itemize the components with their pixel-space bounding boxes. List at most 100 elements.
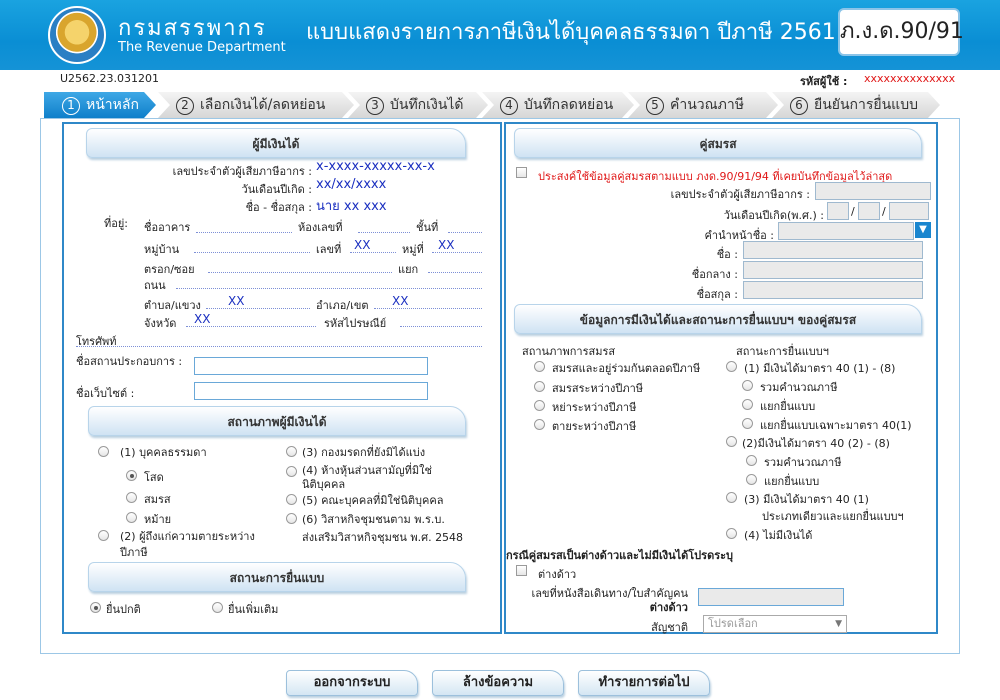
passport-label-2: ต่างด้าว <box>649 601 688 614</box>
status-single-radio[interactable] <box>126 470 137 481</box>
status-community-radio[interactable] <box>286 513 297 524</box>
district-field[interactable] <box>374 308 482 309</box>
marital-deceased-radio[interactable] <box>534 419 545 430</box>
spouse-first-name-input[interactable] <box>743 241 923 259</box>
status-widowed-label: หม้าย <box>144 513 172 526</box>
spouse-filing-1-radio[interactable] <box>726 361 737 372</box>
website-input[interactable] <box>194 382 428 400</box>
step-6-confirm-filing[interactable]: 6 ยืนยันการยื่นแบบ <box>772 92 940 118</box>
step-5-calculate-tax[interactable]: 5 คำนวณภาษี <box>628 92 778 118</box>
spouse-middle-name-input[interactable] <box>743 261 923 279</box>
marital-during-year-radio[interactable] <box>534 381 545 392</box>
building-field[interactable] <box>196 232 292 233</box>
filing-normal-radio[interactable] <box>90 602 101 613</box>
marital-divorced-radio[interactable] <box>534 400 545 411</box>
page-title: แบบแสดงรายการภาษีเงินได้บุคคลธรรมดา ปีภา… <box>306 20 836 45</box>
use-previous-spouse-checkbox[interactable] <box>516 167 527 178</box>
status-community-label-1: (6) วิสาหกิจชุมชนตาม พ.ร.บ. <box>302 513 445 526</box>
chevron-down-icon[interactable]: ▼ <box>915 222 931 238</box>
spouse-prefix-select[interactable] <box>778 222 914 240</box>
status-group-radio[interactable] <box>286 494 297 505</box>
marital-full-year-radio[interactable] <box>534 361 545 372</box>
spouse-filing-1c-label: แยกยื่นแบบเฉพาะมาตรา 40(1) <box>760 419 912 432</box>
subdistrict-field[interactable] <box>206 308 310 309</box>
spouse-filing-heading: สถานะการยื่นแบบฯ <box>736 345 829 358</box>
subdistrict-label: ตำบล/แขวง <box>144 299 201 312</box>
business-name-input[interactable] <box>194 357 428 375</box>
filing-additional-radio[interactable] <box>212 602 223 613</box>
status-partnership-radio[interactable] <box>286 466 297 477</box>
spouse-filing-4-radio[interactable] <box>726 528 737 539</box>
floor-field[interactable] <box>448 232 482 233</box>
spouse-filing-1a-radio[interactable] <box>742 380 753 391</box>
room-field[interactable] <box>358 232 410 233</box>
next-button[interactable]: ทำรายการต่อไป <box>578 670 710 696</box>
spouse-filing-2-radio[interactable] <box>726 436 737 447</box>
header-bar: กรมสรรพากร The Revenue Department แบบแสด… <box>0 0 1000 70</box>
postcode-label: รหัสไปรษณีย์ <box>324 317 387 330</box>
form-code-badge: ภ.ง.ด.90/91 <box>838 8 964 56</box>
spouse-filing-1b-radio[interactable] <box>742 399 753 410</box>
status-married-radio[interactable] <box>126 492 137 503</box>
chevron-down-icon: ▼ <box>835 619 842 629</box>
spouse-dob-month-input[interactable] <box>858 202 880 220</box>
status-individual-radio[interactable] <box>98 446 109 457</box>
spouse-filing-1c-radio[interactable] <box>742 418 753 429</box>
passport-input[interactable] <box>698 588 844 606</box>
status-deceased-radio[interactable] <box>98 530 109 541</box>
spouse-last-name-label: ชื่อสกุล : <box>696 288 738 301</box>
yaek-field[interactable] <box>428 272 482 273</box>
step-1-main[interactable]: 1 หน้าหลัก <box>44 92 156 118</box>
house-no-field[interactable] <box>350 252 396 253</box>
step-1-label: หน้าหลัก <box>86 97 139 113</box>
spouse-tin-input[interactable] <box>815 182 931 200</box>
road-field[interactable] <box>176 288 482 289</box>
village-label: หมู่บ้าน <box>144 243 180 256</box>
step-3-record-income[interactable]: 3 บันทึกเงินได้ <box>348 92 488 118</box>
spouse-tin-label: เลขประจำตัวผู้เสียภาษีอากร : <box>670 188 810 201</box>
alien-label: ต่างด้าว <box>538 568 577 581</box>
soi-field[interactable] <box>208 272 392 273</box>
spouse-last-name-input[interactable] <box>743 281 923 299</box>
step-5-number: 5 <box>646 97 664 115</box>
spouse-section-header: คู่สมรส <box>514 128 922 158</box>
taxpayer-dob-value: xx/xx/xxxx <box>316 177 387 192</box>
step-3-number: 3 <box>366 97 384 115</box>
date-separator: / <box>851 205 855 218</box>
spouse-filing-2b-radio[interactable] <box>746 474 757 485</box>
exit-button[interactable]: ออกจากระบบ <box>286 670 418 696</box>
house-no-value: XX <box>354 238 371 252</box>
phone-field[interactable] <box>76 346 482 347</box>
spouse-filing-2a-radio[interactable] <box>746 455 757 466</box>
moo-field[interactable] <box>432 252 482 253</box>
spouse-filing-2a-label: รวมคำนวณภาษี <box>764 456 842 469</box>
filing-section-header: สถานะการยื่นแบบ <box>88 562 466 592</box>
taxpayer-tin-label: เลขประจำตัวผู้เสียภาษีอากร : <box>172 165 312 178</box>
step-2-select-income[interactable]: 2 เลือกเงินได้/ลดหย่อน <box>158 92 354 118</box>
date-separator: / <box>882 205 886 218</box>
moo-value: XX <box>438 238 455 252</box>
province-field[interactable] <box>186 326 316 327</box>
yaek-label: แยก <box>398 263 419 276</box>
marital-full-year-label: สมรสและอยู่ร่วมกันตลอดปีภาษี <box>552 362 701 375</box>
spouse-dob-year-input[interactable] <box>889 202 929 220</box>
clear-button[interactable]: ล้างข้อความ <box>432 670 564 696</box>
status-individual-label: (1) บุคคลธรรมดา <box>120 446 207 459</box>
step-3-label: บันทึกเงินได้ <box>390 97 464 113</box>
postcode-field[interactable] <box>400 326 482 327</box>
spouse-filing-3-radio[interactable] <box>726 492 737 503</box>
nationality-select[interactable]: โปรดเลือก ▼ <box>703 615 847 633</box>
village-field[interactable] <box>194 252 310 253</box>
taxpayer-tin-value: x-xxxx-xxxxx-xx-x <box>316 159 435 174</box>
spouse-dob-day-input[interactable] <box>827 202 849 220</box>
road-label: ถนน <box>144 279 166 292</box>
status-widowed-radio[interactable] <box>126 512 137 523</box>
alien-checkbox[interactable] <box>516 565 527 576</box>
status-estate-radio[interactable] <box>286 446 297 457</box>
spouse-filing-3-label-1: (3) มีเงินได้มาตรา 40 (1) <box>744 493 869 506</box>
reference-code: U2562.23.031201 <box>60 72 160 85</box>
house-no-label: เลขที่ <box>316 243 342 256</box>
step-4-record-deductions[interactable]: 4 บันทึกลดหย่อน <box>482 92 634 118</box>
spouse-income-section-header: ข้อมูลการมีเงินได้และสถานะการยื่นแบบฯ ขอ… <box>514 304 922 334</box>
spouse-first-name-label: ชื่อ : <box>716 248 738 261</box>
